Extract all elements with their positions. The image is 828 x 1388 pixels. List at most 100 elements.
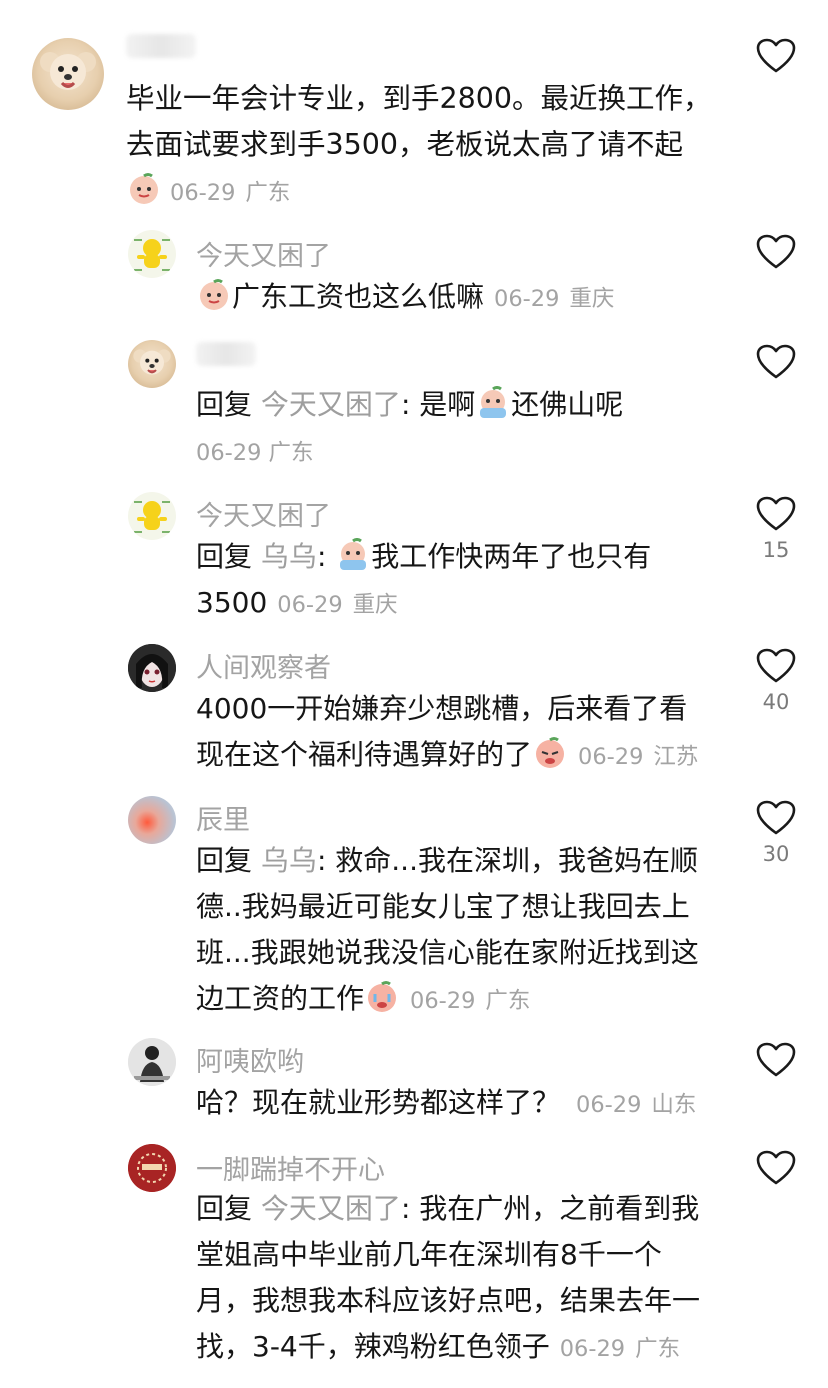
- comment-body: 回复 今天又困了: 我在广州，之前看到我 堂姐高中毕业前几年在深圳有8千一个 月…: [196, 1192, 701, 1363]
- comment-item: 一脚踹掉不开心 回复 今天又困了: 我在广州，之前看到我 堂姐高中毕业前几年在深…: [0, 1134, 828, 1388]
- comment-date: 06-29: [170, 180, 236, 206]
- comment-text: 是啊: [419, 388, 476, 421]
- comment-text-after: 还佛山呢: [511, 388, 624, 421]
- comment-text: 4000一开始嫌弃少想跳槽，后来看了看: [196, 692, 688, 725]
- comment-item: 辰里 回复 乌乌: 救命...我在深圳，我爸妈在顺 德..我妈最近可能女儿宝了想…: [0, 784, 828, 1024]
- crying-peach-emoji-icon: [336, 538, 370, 572]
- avatar[interactable]: [128, 1038, 176, 1086]
- comment-body: 回复 乌乌: 我工作快两年了也只有 3500 06-29 重庆: [196, 538, 652, 619]
- reply-prefix: 回复: [196, 388, 253, 421]
- comment-username[interactable]: 一脚踹掉不开心: [196, 1148, 385, 1187]
- like-button[interactable]: [748, 1042, 804, 1084]
- comment-date: 06-29: [277, 592, 343, 618]
- crying-peach-emoji-icon: [365, 980, 399, 1014]
- heart-outline-icon: [756, 234, 796, 269]
- comment-username[interactable]: 辰里: [196, 798, 250, 837]
- comment-location: 广东: [268, 440, 314, 466]
- comment-text-line2: 3500: [196, 586, 268, 619]
- comment-location: 重庆: [352, 592, 398, 618]
- comment-item: 今天又困了 回复 乌乌: 我工作快两年了也只有 3500 06-29 重庆 15: [0, 480, 828, 630]
- comment-date: 06-29: [559, 1336, 626, 1362]
- sad-peach-emoji-icon: [533, 736, 567, 770]
- comment-text: 广东工资也这么低嘛: [232, 280, 485, 313]
- comment-date: 06-29: [578, 744, 644, 770]
- like-button[interactable]: [748, 344, 804, 386]
- comment-username[interactable]: 阿咦欧哟: [196, 1040, 304, 1079]
- like-count: 40: [762, 690, 790, 714]
- avatar[interactable]: [128, 1144, 176, 1192]
- comment-body: 回复 今天又困了: 是啊 还佛山呢 06-29 广东: [196, 386, 624, 466]
- avatar[interactable]: [128, 796, 176, 844]
- comment-date: 06-29: [494, 286, 560, 312]
- comment-body: 广东工资也这么低嘛 06-29 重庆: [196, 274, 736, 322]
- like-button[interactable]: 30: [748, 800, 804, 866]
- avatar[interactable]: [128, 644, 176, 692]
- reply-target[interactable]: 乌乌: [261, 540, 317, 573]
- comment-text-line3: 月，我想我本科应该好点吧，结果去年一: [196, 1284, 701, 1317]
- heart-outline-icon: [756, 1042, 796, 1077]
- dog-avatar-icon: [133, 349, 171, 375]
- comment-text: 哈？现在就业形势都这样了？: [196, 1086, 561, 1119]
- comment-text: 我在广州，之前看到我: [419, 1192, 700, 1225]
- avatar[interactable]: [128, 230, 176, 278]
- reply-target[interactable]: 今天又困了: [261, 388, 401, 421]
- like-button[interactable]: 15: [748, 496, 804, 562]
- like-button[interactable]: [748, 234, 804, 276]
- comment-text-line4: 找，3-4千，辣鸡粉红色领子: [196, 1330, 550, 1363]
- comment-location: 山东: [651, 1092, 697, 1118]
- comment-location: 广东: [485, 988, 531, 1014]
- heart-outline-icon: [756, 800, 796, 835]
- comment-location: 广东: [635, 1336, 681, 1362]
- like-button[interactable]: [748, 38, 804, 80]
- avatar[interactable]: [128, 492, 176, 540]
- comment-username[interactable]: 今天又困了: [196, 234, 331, 273]
- comment-text-line2: 德..我妈最近可能女儿宝了想让我回去上: [196, 890, 690, 923]
- comment-date: 06-29: [196, 440, 262, 466]
- crying-peach-emoji-icon: [476, 386, 510, 420]
- reply-prefix: 回复: [196, 540, 253, 573]
- comment-username[interactable]: 人间观察者: [196, 646, 331, 685]
- comment-location: 江苏: [653, 744, 699, 770]
- dog-avatar-icon: [40, 52, 96, 90]
- like-count: 15: [762, 538, 790, 562]
- avatar[interactable]: [128, 340, 176, 388]
- heart-outline-icon: [756, 648, 796, 683]
- heart-outline-icon: [756, 38, 796, 73]
- reply-target[interactable]: 今天又困了: [261, 1192, 401, 1225]
- comment-body: 毕业一年会计专业，到手2800。最近换工作，去面试要求到手3500，老板说太高了…: [126, 76, 716, 216]
- like-count: 30: [762, 842, 790, 866]
- comment-body: 哈？现在就业形势都这样了？ 06-29 山东: [196, 1080, 736, 1128]
- comment-item: 人间观察者 4000一开始嫌弃少想跳槽，后来看了看 现在这个福利待遇算好的了 0…: [0, 632, 828, 784]
- comment-text: 毕业一年会计专业，到手2800。最近换工作，去面试要求到手3500，老板说太高了…: [126, 82, 712, 161]
- username-blurred: [196, 342, 256, 366]
- comment-location: 重庆: [569, 286, 615, 312]
- comment-text-line3: 班...我跟她说我没信心能在家附近找到这: [196, 936, 699, 969]
- reply-prefix: 回复: [196, 844, 253, 877]
- comment-item: 毕业一年会计专业，到手2800。最近换工作，去面试要求到手3500，老板说太高了…: [0, 0, 828, 220]
- comment-date: 06-29: [576, 1092, 642, 1118]
- like-button[interactable]: [748, 1150, 804, 1192]
- peach-face-emoji-icon: [197, 278, 231, 312]
- comment-username[interactable]: 今天又困了: [196, 494, 331, 533]
- comment-item: 阿咦欧哟 哈？现在就业形势都这样了？ 06-29 山东: [0, 1026, 828, 1134]
- comment-date: 06-29: [410, 988, 476, 1014]
- username-blurred: [126, 34, 196, 58]
- avatar[interactable]: [32, 38, 104, 110]
- comment-location: 广东: [245, 180, 291, 206]
- yellow-figure-avatar-icon: [134, 239, 170, 271]
- comment-text-line4: 边工资的工作: [196, 982, 365, 1015]
- like-button[interactable]: 40: [748, 648, 804, 714]
- person-photo-avatar-icon: [128, 1038, 176, 1086]
- red-seal-avatar-icon: [128, 1144, 176, 1192]
- reply-prefix: 回复: [196, 1192, 253, 1225]
- heart-outline-icon: [756, 1150, 796, 1185]
- heart-outline-icon: [756, 344, 796, 379]
- reply-target[interactable]: 乌乌: [261, 844, 317, 877]
- comment-item: 回复 今天又困了: 是啊 还佛山呢 06-29 广东: [0, 330, 828, 480]
- comment-item: 今天又困了 广东工资也这么低嘛 06-29 重庆: [0, 220, 828, 330]
- comment-body: 回复 乌乌: 救命...我在深圳，我爸妈在顺 德..我妈最近可能女儿宝了想让我回…: [196, 844, 699, 1015]
- comment-body: 4000一开始嫌弃少想跳槽，后来看了看 现在这个福利待遇算好的了 06-29 江苏: [196, 686, 736, 780]
- comment-text-line2: 现在这个福利待遇算好的了: [196, 738, 533, 771]
- peach-face-emoji-icon: [127, 172, 161, 206]
- comment-text: 我工作快两年了也只有: [371, 540, 652, 573]
